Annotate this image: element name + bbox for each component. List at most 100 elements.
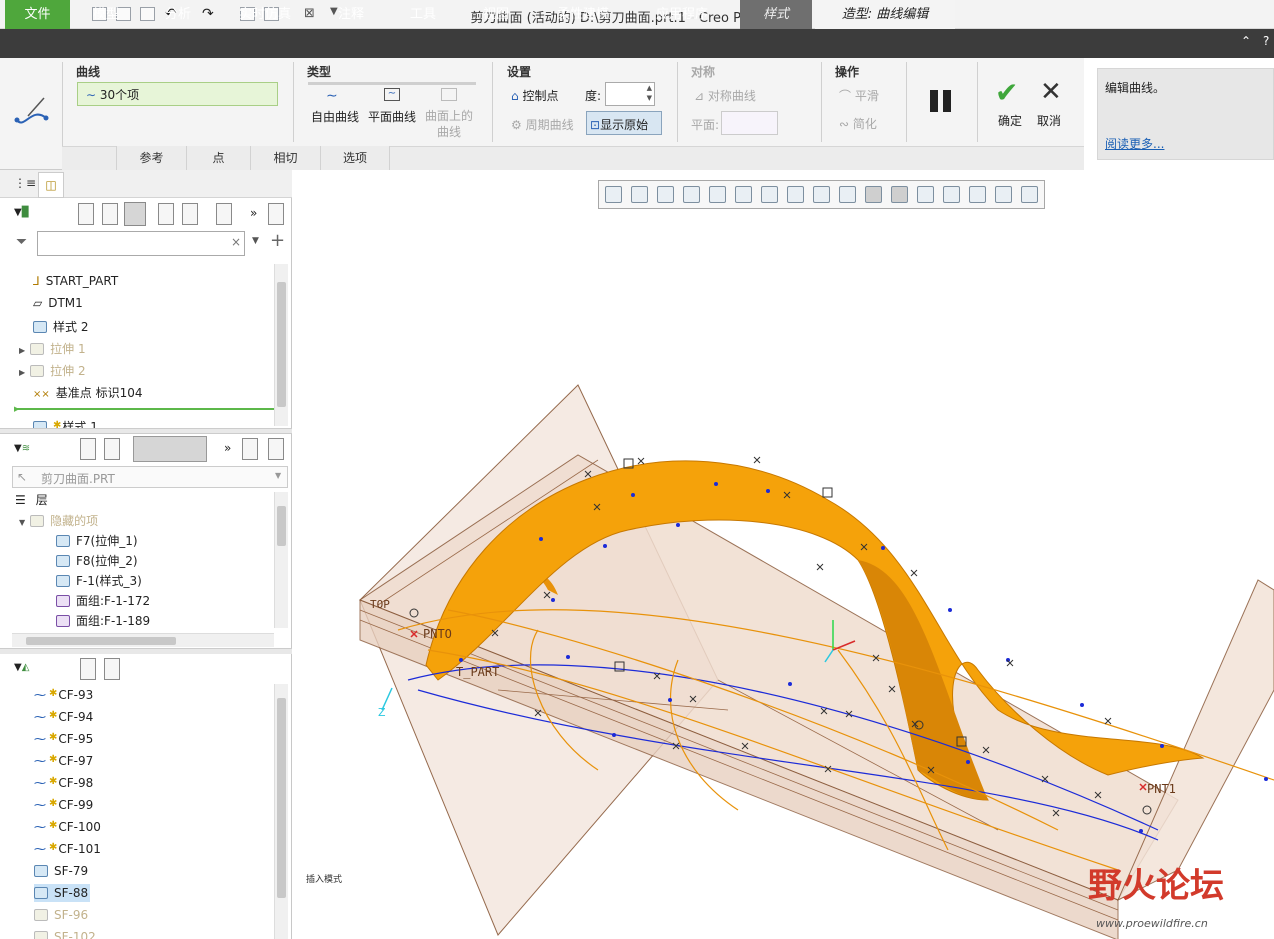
collapse-ribbon-icon[interactable]: ⌃ — [1241, 34, 1251, 48]
spin-center-icon[interactable] — [917, 186, 934, 203]
layer-item[interactable]: 面组:F-1-189 — [56, 612, 150, 629]
zoom-in-icon[interactable] — [631, 186, 648, 203]
style-tree-filter-icon[interactable] — [80, 658, 96, 680]
style-item-cf-98[interactable]: ⁓ ✱CF-98 — [34, 776, 93, 790]
layer-display-toggle[interactable] — [133, 436, 207, 462]
columns-icon[interactable] — [124, 202, 146, 226]
layer-item[interactable]: F8(拉伸_2) — [56, 552, 138, 569]
view-manager-icon[interactable] — [761, 186, 778, 203]
style-item-cf-93[interactable]: ⁓ ✱CF-93 — [34, 688, 93, 702]
curve-on-surface-button[interactable]: 曲面上的 曲线 — [425, 108, 473, 140]
tree-scrollbar[interactable] — [274, 264, 288, 426]
show-original-toggle[interactable]: ⊡显示原始 — [586, 111, 662, 135]
layer-model-select[interactable]: ↖ 剪刀曲面.PRT ▼ — [12, 466, 288, 488]
cancel-button[interactable]: 取消 — [1037, 112, 1061, 129]
expand-icon[interactable] — [78, 203, 94, 225]
style-item-cf-97[interactable]: ⁓ ✱CF-97 — [34, 754, 93, 768]
layer-collapse-icon[interactable] — [104, 438, 120, 460]
tab-annotate[interactable]: 注释 — [318, 0, 384, 29]
degree-spinner[interactable]: ▲ ▼ — [605, 82, 655, 106]
layer-details-icon[interactable] — [268, 438, 284, 460]
layer-item[interactable]: 面组:F-1-172 — [56, 592, 150, 609]
layer-properties-icon[interactable] — [242, 438, 258, 460]
layer-hidden-items[interactable]: ▼ 隐藏的项 — [19, 512, 98, 529]
details-icon[interactable] — [268, 203, 284, 225]
tree-settings-icon[interactable] — [182, 203, 198, 225]
style-item-sf-96[interactable]: SF-96 — [34, 908, 88, 922]
layer-item[interactable]: F-1(样式_3) — [56, 572, 142, 589]
tree-item-datum-point[interactable]: ×× 基准点 标识104 — [33, 384, 143, 401]
style-tree-dropdown[interactable]: ▼◭ — [14, 662, 29, 673]
panel-splitter[interactable] — [0, 428, 292, 434]
tab-flexible-modeling[interactable]: 柔性建模 — [545, 0, 621, 29]
pause-button[interactable] — [930, 90, 952, 112]
zoom-out-icon[interactable] — [657, 186, 674, 203]
clear-filter-icon[interactable]: × — [231, 235, 241, 249]
model-tree-tab-icon[interactable]: ⋮≡ — [14, 176, 36, 190]
reflection-display-icon[interactable] — [1021, 186, 1038, 203]
tree-item-dtm1[interactable]: ▱ DTM1 — [33, 296, 83, 310]
style-item-sf-88-selected[interactable]: SF-88 — [34, 884, 91, 902]
style-item-cf-99[interactable]: ⁓ ✱CF-99 — [34, 798, 93, 812]
tab-style[interactable]: 样式 — [740, 0, 812, 29]
help-icon[interactable]: ? — [1263, 34, 1269, 48]
smooth-button[interactable]: ⌒ 平滑 — [839, 87, 879, 104]
tab-simulate[interactable]: 实时仿真 — [225, 0, 305, 29]
repaint-icon[interactable] — [683, 186, 700, 203]
collapse-icon[interactable] — [102, 203, 118, 225]
tab-curve-edit[interactable]: 造型: 曲线编辑 — [815, 0, 955, 29]
style-item-sf-102[interactable]: SF-102 — [34, 930, 96, 939]
layer-horizontal-scrollbar[interactable] — [12, 633, 274, 647]
tab-applications[interactable]: 应用程序 — [640, 0, 724, 29]
tree-item-start-part[interactable]: ⅃ START_PART — [33, 274, 118, 288]
show-icon[interactable] — [216, 203, 232, 225]
tab-model[interactable]: 模型 — [73, 0, 139, 29]
free-curve-button[interactable]: 自由曲线 — [311, 108, 359, 125]
tree-search-input[interactable] — [37, 231, 245, 256]
curvature-display-icon[interactable] — [995, 186, 1012, 203]
control-points-option[interactable]: ⌂ 控制点 — [511, 87, 558, 104]
read-more-link[interactable]: 阅读更多... — [1105, 135, 1164, 152]
layer-item[interactable]: F7(拉伸_1) — [56, 532, 138, 549]
annotation-display-icon[interactable] — [943, 186, 960, 203]
ok-button[interactable]: 确定 — [998, 112, 1022, 129]
periodic-curve-option[interactable]: ⚙ 周期曲线 — [511, 116, 574, 133]
style-item-sf-79[interactable]: SF-79 — [34, 864, 88, 878]
plane-field[interactable] — [721, 111, 778, 135]
layer-expand-icon[interactable] — [80, 438, 96, 460]
perspective-icon[interactable] — [787, 186, 804, 203]
style-tree-scrollbar[interactable] — [274, 684, 288, 939]
tab-points[interactable]: 点 — [186, 146, 250, 170]
saved-orientations-icon[interactable] — [735, 186, 752, 203]
tree-item-style-2[interactable]: 样式 2 — [33, 318, 88, 335]
filter-dropdown-icon[interactable]: ▼ — [252, 236, 259, 246]
refit-icon[interactable] — [605, 186, 622, 203]
symmetric-curve-button[interactable]: ⊿ 对称曲线 — [694, 87, 756, 104]
layer-root[interactable]: ☰ 层 — [15, 491, 48, 508]
tangent-display-icon[interactable] — [969, 186, 986, 203]
display-style-icon[interactable] — [709, 186, 726, 203]
datum-plane-display-icon[interactable] — [813, 186, 830, 203]
simplify-button[interactable]: ∾ 简化 — [839, 115, 877, 132]
tree-item-extrude-2[interactable]: ▶ 拉伸 2 — [19, 362, 86, 379]
tab-analysis[interactable]: 分析 — [145, 0, 211, 29]
style-item-cf-95[interactable]: ⁓ ✱CF-95 — [34, 732, 93, 746]
more-chevron-icon[interactable]: » — [250, 206, 257, 220]
layer-more-chevron-icon[interactable]: » — [224, 441, 231, 455]
tree-item-extrude-1[interactable]: ▶ 拉伸 1 — [19, 340, 86, 357]
tab-view[interactable]: 视图 — [463, 0, 529, 29]
model-scene[interactable]: TOP T_PART PNTO Z PNT1 插入模式 — [298, 210, 1274, 939]
tab-references[interactable]: 参考 — [116, 146, 186, 170]
tree-menu-dropdown[interactable]: ▼▉ — [14, 207, 29, 218]
planar-curve-button[interactable]: 平面曲线 — [368, 108, 416, 125]
add-filter-icon[interactable]: + — [270, 230, 285, 251]
layer-scrollbar[interactable] — [274, 492, 288, 628]
style-item-cf-94[interactable]: ⁓ ✱CF-94 — [34, 710, 93, 724]
layer-tree-tab-icon[interactable]: ◫ — [38, 172, 64, 198]
style-tree-settings-icon[interactable] — [104, 658, 120, 680]
tab-file[interactable]: 文件 — [5, 0, 70, 29]
datum-point-display-icon[interactable] — [839, 186, 856, 203]
style-item-cf-101[interactable]: ⁓ ✱CF-101 — [34, 842, 101, 856]
tab-options[interactable]: 选项 — [320, 146, 390, 170]
csys-display-icon[interactable] — [865, 186, 882, 203]
